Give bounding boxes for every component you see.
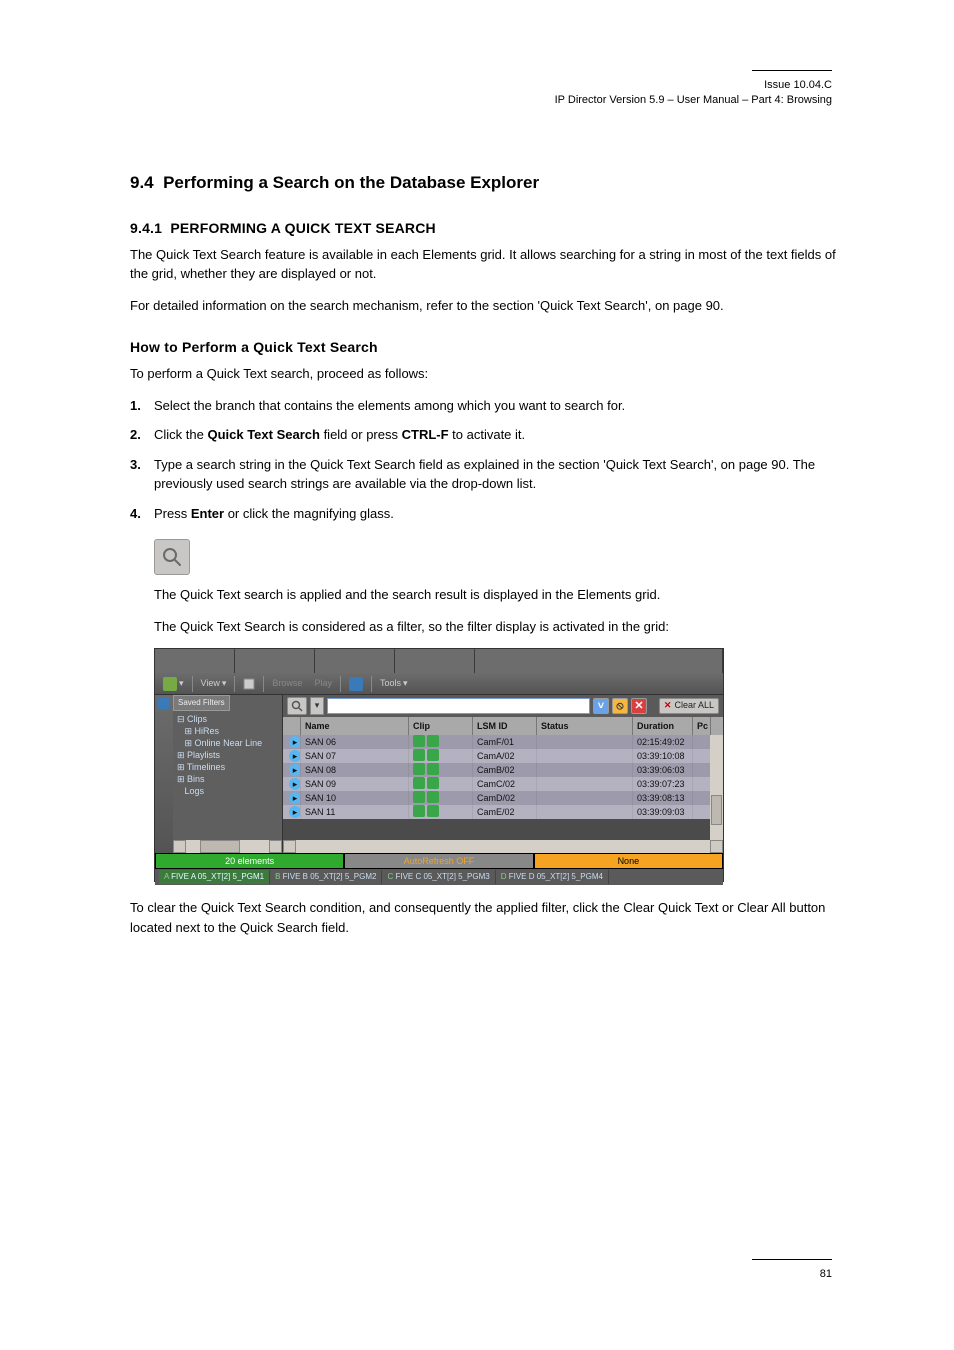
window-tab[interactable] — [475, 649, 723, 673]
window-tab[interactable] — [155, 649, 235, 673]
status-autorefresh: AutoRefresh OFF — [344, 853, 533, 869]
after-icon-para-2: The Quick Text Search is considered as a… — [154, 617, 844, 637]
header-issue: Issue 10.04.C — [555, 78, 832, 93]
clip-element-icon — [413, 805, 425, 817]
table-row[interactable]: ▸ SAN 07 CamA/02 03:39:10:08 — [283, 749, 723, 763]
quick-search-input[interactable] — [327, 698, 590, 714]
tree-node-logs[interactable]: Logs — [177, 785, 278, 797]
close-icon[interactable]: ✕ — [631, 698, 647, 714]
col-pc[interactable]: Pc — [693, 717, 711, 735]
section-heading: 9.4 Performing a Search on the Database … — [130, 170, 844, 196]
play-icon[interactable]: ▸ — [289, 806, 301, 818]
table-row[interactable]: ▸ SAN 11 CamE/02 03:39:09:03 — [283, 805, 723, 819]
treebar-refresh-icon[interactable] — [158, 697, 170, 709]
subsection-heading: 9.4.1 PERFORMING A QUICK TEXT SEARCH — [130, 218, 844, 239]
page-number: 81 — [820, 1268, 832, 1280]
grid-hscrollbar[interactable] — [283, 840, 723, 853]
grid-body[interactable]: ▸ SAN 06 CamF/01 02:15:49:02 ▸ SAN 07 Ca… — [283, 735, 723, 840]
table-row[interactable]: ▸ SAN 09 CamC/02 03:39:07:23 — [283, 777, 723, 791]
quick-search-icon[interactable] — [287, 697, 307, 715]
howto-heading: How to Perform a Quick Text Search — [130, 337, 844, 358]
toolbar-list-icon[interactable] — [345, 676, 367, 692]
col-clip-elements[interactable]: Clip Elements — [409, 717, 473, 735]
saved-filters-tab[interactable]: Saved Filters — [173, 695, 230, 711]
play-icon[interactable]: ▸ — [289, 792, 301, 804]
header-product: IP Director Version 5.9 – User Manual – … — [555, 93, 832, 108]
clear-quick-text-icon[interactable]: ⦸ — [612, 698, 628, 714]
table-row[interactable]: ▸ SAN 08 CamB/02 03:39:06:03 — [283, 763, 723, 777]
toolbar-tools-menu[interactable]: Tools ▾ — [376, 676, 412, 692]
pgm-tab-c[interactable]: C FIVE C 05_XT[2] 5_PGM3 — [382, 870, 495, 884]
tree-node-playlists[interactable]: ⊞ Playlists — [177, 749, 278, 761]
clip-element-icon — [427, 735, 439, 747]
table-row[interactable]: ▸ SAN 10 CamD/02 03:39:08:13 — [283, 791, 723, 805]
clear-all-button[interactable]: ✕Clear ALL — [659, 698, 719, 714]
clip-element-icon — [427, 749, 439, 761]
tree-node-hires[interactable]: ⊞ HiRes — [177, 725, 278, 737]
toolbar-layout-icon[interactable] — [239, 676, 259, 692]
window-tab[interactable] — [235, 649, 315, 673]
scroll-right-icon[interactable] — [710, 840, 723, 853]
step-2: 2.Click the Quick Text Search field or p… — [130, 425, 844, 445]
clip-element-icon — [427, 763, 439, 775]
clip-element-icon — [413, 777, 425, 789]
toolbar-app-icon[interactable]: ▾ — [159, 676, 188, 692]
col-play[interactable] — [283, 717, 301, 735]
clip-element-icon — [413, 735, 425, 747]
clip-element-icon — [413, 791, 425, 803]
play-icon[interactable]: ▸ — [289, 736, 301, 748]
grid-header: Name Clip Elements LSM ID Status Duratio… — [283, 717, 723, 735]
col-duration[interactable]: Duration — [633, 717, 693, 735]
play-icon[interactable]: ▸ — [289, 750, 301, 762]
step-1: 1.Select the branch that contains the el… — [130, 396, 844, 416]
play-icon[interactable]: ▸ — [289, 764, 301, 776]
clip-element-icon — [427, 777, 439, 789]
window-tab[interactable] — [315, 649, 395, 673]
clip-element-icon — [413, 763, 425, 775]
scroll-thumb[interactable] — [200, 840, 240, 853]
step-3: 3.Type a search string in the Quick Text… — [130, 455, 844, 494]
clip-element-icon — [427, 791, 439, 803]
tree-panel[interactable]: ⊟ Clips ⊞ HiRes ⊞ Online Near Line ⊞ Pla… — [173, 711, 282, 840]
tree-node-online-nearline[interactable]: ⊞ Online Near Line — [177, 737, 278, 749]
scroll-right-icon[interactable] — [269, 840, 282, 853]
status-none: None — [534, 853, 723, 869]
pgm-tab-a[interactable]: A FIVE A 05_XT[2] 5_PGM1 — [159, 870, 270, 884]
toolbar-browse-label: Browse — [268, 676, 306, 692]
pgm-tab-b[interactable]: B FIVE B 05_XT[2] 5_PGM2 — [270, 870, 382, 884]
tree-hscrollbar[interactable] — [173, 840, 282, 853]
col-status[interactable]: Status — [537, 717, 633, 735]
quick-search-dropdown[interactable]: ▾ — [310, 697, 324, 715]
scroll-thumb[interactable] — [711, 795, 722, 825]
tree-node-bins[interactable]: ⊞ Bins — [177, 773, 278, 785]
scroll-left-icon[interactable] — [173, 840, 186, 853]
window-tab[interactable] — [395, 649, 475, 673]
table-row[interactable]: ▸ SAN 06 CamF/01 02:15:49:02 — [283, 735, 723, 749]
magnify-icon-figure — [154, 539, 190, 575]
howto-lead: To perform a Quick Text search, proceed … — [130, 364, 844, 384]
grid-vscrollbar[interactable] — [710, 735, 723, 840]
search-history-dropdown-icon[interactable]: ˅ — [593, 698, 609, 714]
pgm-strip: A FIVE A 05_XT[2] 5_PGM1 B FIVE B 05_XT[… — [155, 869, 723, 885]
tree-node-clips[interactable]: ⊟ Clips — [177, 713, 278, 725]
magnify-icon — [154, 539, 190, 575]
clip-element-icon — [413, 749, 425, 761]
intro-paragraph-2: For detailed information on the search m… — [130, 296, 844, 316]
pgm-tab-d[interactable]: D FIVE D 05_XT[2] 5_PGM4 — [496, 870, 609, 884]
step-4: 4.Press Enter or click the magnifying gl… — [130, 504, 844, 524]
after-icon-para-1: The Quick Text search is applied and the… — [154, 585, 844, 605]
intro-paragraph-1: The Quick Text Search feature is availab… — [130, 245, 844, 284]
clip-element-icon — [427, 805, 439, 817]
db-explorer-screenshot: ▾ View ▾ Browse Play Tools ▾ Saved Filte… — [154, 648, 724, 882]
play-icon[interactable]: ▸ — [289, 778, 301, 790]
tree-node-timelines[interactable]: ⊞ Timelines — [177, 761, 278, 773]
scroll-left-icon[interactable] — [283, 840, 296, 853]
toolbar-view-menu[interactable]: View ▾ — [197, 676, 231, 692]
toolbar-play-label: Play — [310, 676, 336, 692]
col-lsm-id[interactable]: LSM ID — [473, 717, 537, 735]
col-name[interactable]: Name — [301, 717, 409, 735]
closing-paragraph: To clear the Quick Text Search condition… — [130, 898, 844, 937]
status-elements-count: 20 elements — [155, 853, 344, 869]
